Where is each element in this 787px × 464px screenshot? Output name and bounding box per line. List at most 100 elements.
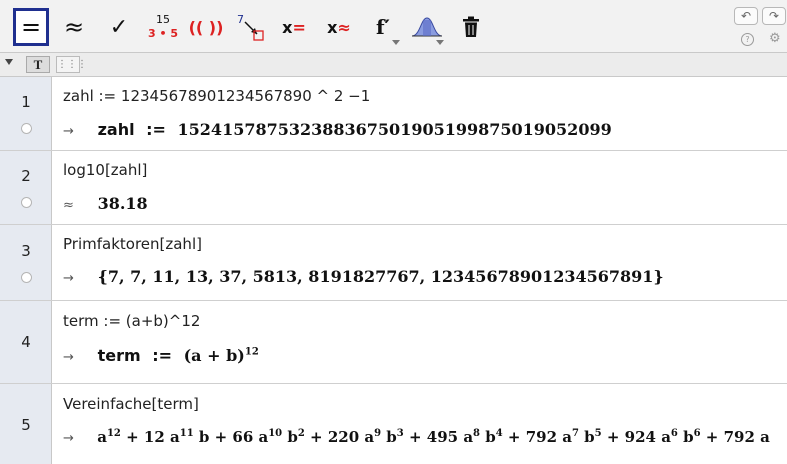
factor-tool[interactable]: 15 3 • 5	[145, 8, 181, 46]
row-header[interactable]: 2	[0, 151, 52, 224]
term-1-coef: 12	[143, 428, 165, 446]
factor-bottom-icon: 3 • 5	[148, 27, 178, 40]
equals-icon: =	[20, 13, 42, 41]
row-output: → {7, 7, 11, 13, 37, 5813, 8191827767, 1…	[63, 267, 664, 286]
term-4: 495 a8 b4	[426, 428, 503, 446]
term-4-a-exp: 8	[473, 428, 481, 439]
visibility-toggle[interactable]	[21, 123, 32, 134]
settings-icon[interactable]: ⚙	[769, 31, 781, 46]
cas-row[interactable]: 2 log10[zahl] ≈ 38.18	[0, 151, 787, 225]
cas-toolbar: = ≈ ✓ 15 3 • 5 (( )) 7 x= x≈ f′ ↶ ↷ ? ⚙	[0, 0, 787, 53]
term-7-coef: 792	[723, 428, 755, 446]
style-bar: T ⋮⋮⋮	[0, 53, 787, 77]
term-6: 924 a6 b6	[624, 428, 701, 446]
cas-row[interactable]: 4 term := (a+b)^12 → term := (a + b)12	[0, 301, 787, 384]
term-3-b-exp: 3	[396, 428, 404, 439]
arrow-icon: →	[63, 431, 74, 446]
output-op: :=	[152, 346, 173, 365]
row-header[interactable]: 5	[0, 384, 52, 464]
term-0: a12	[97, 428, 121, 446]
cas-row[interactable]: 1 zahl := 12345678901234567890 ^ 2 −1 → …	[0, 77, 787, 151]
term-2-b-exp: 2	[297, 428, 305, 439]
help-icon[interactable]: ?	[741, 33, 754, 46]
output-op: :=	[146, 120, 166, 139]
cas-row[interactable]: 3 Primfaktoren[zahl] → {7, 7, 11, 13, 37…	[0, 225, 787, 301]
output-lhs: term	[97, 346, 141, 365]
term-3-a-exp: 9	[374, 428, 382, 439]
term-5-coef: 792	[525, 428, 558, 446]
output-base: (a + b)	[183, 346, 245, 365]
visibility-toggle[interactable]	[21, 272, 32, 283]
term-2: 66 a10 b2	[232, 428, 305, 446]
redo-button[interactable]: ↷	[762, 7, 786, 25]
term-5: 792 a7 b5	[525, 428, 602, 446]
output-value: {7, 7, 11, 13, 37, 5813, 8191827767, 123…	[97, 267, 664, 286]
row-input[interactable]: zahl := 12345678901234567890 ^ 2 −1	[63, 87, 370, 105]
row-header[interactable]: 4	[0, 301, 52, 383]
term-6-a-exp: 6	[670, 428, 678, 439]
term-4-coef: 495	[426, 428, 459, 446]
derivative-icon: f′	[376, 15, 390, 39]
solve-numerically-icon: x≈	[327, 17, 351, 37]
dropdown-triangle-icon	[392, 40, 400, 45]
row-input[interactable]: Primfaktoren[zahl]	[63, 235, 202, 253]
term-2-a-exp: 10	[268, 428, 283, 439]
probability-calculator-tool[interactable]	[409, 8, 445, 46]
style-bar-toggle-icon[interactable]	[5, 59, 13, 65]
term-1: 12 a11 b	[143, 428, 210, 446]
checkmark-icon: ✓	[109, 14, 129, 40]
substitute-tool[interactable]: 7	[232, 8, 268, 46]
row-output: → term := (a + b)12	[63, 346, 259, 365]
term-1-a-exp: 11	[179, 428, 194, 439]
undo-button[interactable]: ↶	[734, 7, 758, 25]
expand-tool[interactable]: (( ))	[188, 8, 224, 46]
row-input[interactable]: term := (a+b)^12	[63, 312, 200, 330]
evaluate-tool[interactable]: =	[13, 8, 49, 46]
row-number: 2	[21, 167, 31, 185]
bell-curve-icon	[411, 17, 443, 37]
row-number: 4	[21, 333, 31, 351]
arrow-icon: →	[63, 350, 74, 365]
approx-icon: ≈	[63, 13, 85, 41]
term-3: 220 a9 b3	[327, 428, 404, 446]
cas-rows: 1 zahl := 12345678901234567890 ^ 2 −1 → …	[0, 77, 787, 464]
term-6-coef: 924	[624, 428, 656, 446]
output-lhs: zahl	[97, 120, 135, 139]
row-input[interactable]: log10[zahl]	[63, 161, 147, 179]
derivative-tool[interactable]: f′	[365, 8, 401, 46]
term-4-b-exp: 4	[495, 428, 503, 439]
cas-row[interactable]: 5 Vereinfache[term] → a12 + 12 a11 b + 6…	[0, 384, 787, 464]
row-input[interactable]: Vereinfache[term]	[63, 395, 199, 413]
arrow-icon: →	[63, 271, 74, 286]
term-6-b-exp: 6	[693, 428, 701, 439]
svg-text:7: 7	[237, 13, 244, 26]
output-value: 38.18	[97, 194, 148, 213]
row-number: 5	[21, 416, 31, 434]
approx-symbol-icon: ≈	[63, 198, 74, 213]
keep-input-tool[interactable]: ✓	[101, 8, 137, 46]
expand-icon: (( ))	[188, 17, 224, 37]
term-5-b-exp: 5	[594, 428, 602, 439]
virtual-keyboard-icon[interactable]: ⋮⋮⋮	[56, 56, 87, 73]
row-number: 1	[21, 93, 31, 111]
row-output: ≈ 38.18	[63, 194, 148, 213]
term-3-coef: 220	[327, 428, 360, 446]
redo-icon: ↷	[768, 9, 780, 23]
row-output: → zahl := 152415787532388367501905199875…	[63, 120, 612, 139]
row-header[interactable]: 3	[0, 225, 52, 300]
term-5-a-exp: 7	[571, 428, 579, 439]
term-2-coef: 66	[232, 428, 254, 446]
visibility-toggle[interactable]	[21, 197, 32, 208]
numeric-tool[interactable]: ≈	[56, 8, 92, 46]
arrow-icon: →	[63, 124, 74, 139]
row-output: → a12 + 12 a11 b + 66 a10 b2 + 220 a9 b3…	[63, 428, 770, 446]
solve-tool[interactable]: x=	[276, 8, 312, 46]
dropdown-triangle-icon	[436, 40, 444, 45]
solve-icon: x=	[282, 17, 306, 37]
undo-icon: ↶	[740, 9, 752, 23]
row-header[interactable]: 1	[0, 77, 52, 150]
delete-tool[interactable]	[453, 8, 489, 46]
solve-numerically-tool[interactable]: x≈	[321, 8, 357, 46]
term-7: 792 a	[723, 428, 770, 446]
text-style-button[interactable]: T	[26, 56, 50, 73]
